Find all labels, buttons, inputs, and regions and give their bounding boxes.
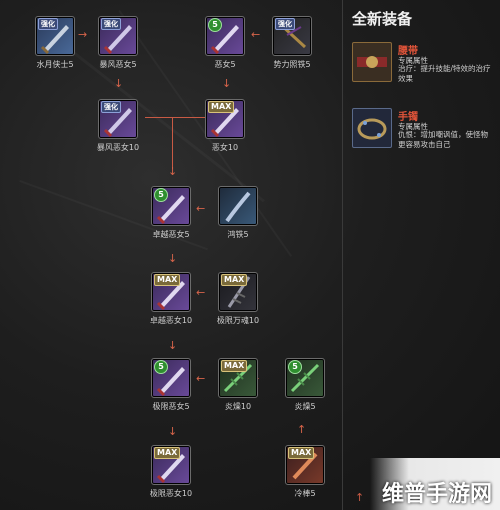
weapon-node[interactable]: MAX 极限恶女10 — [131, 445, 211, 499]
equipment-desc: 治疗：提升技能/特效的治疗效果 — [398, 64, 491, 83]
weapon-label: 极限万魂10 — [216, 316, 260, 325]
arrow-up: ↑ — [355, 491, 365, 504]
arrow-down: ↓ — [168, 425, 178, 438]
level-badge: 5 — [154, 188, 168, 202]
level-badge: 5 — [154, 360, 168, 374]
bracelet-icon — [352, 108, 392, 148]
connector-line — [172, 117, 173, 169]
weapon-icon: 5 — [205, 16, 245, 56]
weapon-icon — [218, 186, 258, 226]
level-badge: 5 — [208, 18, 222, 32]
weapon-icon: 强化 — [98, 99, 138, 139]
panel-divider — [342, 0, 343, 510]
weapon-icon: MAX — [218, 272, 258, 312]
max-badge: MAX — [221, 274, 248, 286]
upgrade-tag-icon: 强化 — [38, 18, 58, 30]
equipment-item-belt[interactable]: 腰带 专属属性 治疗：提升技能/特效的治疗效果 — [352, 42, 492, 92]
belt-icon — [352, 42, 392, 82]
max-badge: MAX — [221, 360, 248, 372]
arrow-down: ↓ — [168, 252, 178, 265]
weapon-node[interactable]: 5 炎燥5 — [265, 358, 345, 412]
max-badge: MAX — [288, 447, 315, 459]
arrow-down: ↓ — [222, 77, 232, 90]
max-badge: MAX — [154, 274, 181, 286]
weapon-icon: 5 — [151, 186, 191, 226]
arrow-up: ↑ — [297, 423, 307, 436]
weapon-icon: MAX — [151, 272, 191, 312]
weapon-node[interactable]: 强化 暴风恶女5 — [78, 16, 158, 70]
weapon-icon: MAX — [205, 99, 245, 139]
weapon-icon: MAX — [218, 358, 258, 398]
weapon-label: 冷棒5 — [294, 489, 316, 498]
watermark-logo: 维普手游网 — [381, 482, 492, 507]
weapon-icon: MAX — [151, 445, 191, 485]
weapon-icon: MAX — [285, 445, 325, 485]
weapon-node[interactable]: 强化 暴风恶女10 — [78, 99, 158, 153]
arrow-down: ↓ — [114, 77, 124, 90]
level-badge: 5 — [288, 360, 302, 374]
max-badge: MAX — [208, 101, 235, 113]
equipment-desc: 仇恨：增加嘲讽值，使怪物更容易攻击自己 — [398, 130, 488, 149]
weapon-label: 恶女10 — [211, 143, 239, 152]
weapon-icon: 5 — [285, 358, 325, 398]
weapon-label: 暴风恶女10 — [96, 143, 140, 152]
weapon-icon: 强化 — [35, 16, 75, 56]
weapon-label: 势力照铁5 — [273, 60, 311, 69]
upgrade-tag-icon: 强化 — [275, 18, 295, 30]
arrow-down: ↓ — [168, 339, 178, 352]
max-badge: MAX — [154, 447, 181, 459]
upgrade-tag-icon: 强化 — [101, 18, 121, 30]
new-equipment-title: 全新装备 — [352, 10, 413, 28]
weapon-node[interactable]: 强化 势力照铁5 — [252, 16, 332, 70]
equipment-item-bracelet[interactable]: 手镯 专属属性 仇恨：增加嘲讽值，使怪物更容易攻击自己 — [352, 108, 492, 158]
arrow-down: ↓ — [168, 165, 178, 178]
weapon-node[interactable]: MAX 极限万魂10 — [198, 272, 278, 326]
weapon-label: 极限恶女10 — [149, 489, 193, 498]
weapon-label: 炎燥5 — [294, 402, 316, 411]
weapon-node[interactable]: MAX 恶女10 — [185, 99, 265, 153]
weapon-label: 鸿铁5 — [227, 230, 249, 239]
weapon-node[interactable]: 鸿铁5 — [198, 186, 278, 240]
weapon-icon: 5 — [151, 358, 191, 398]
upgrade-tag-icon: 强化 — [101, 101, 121, 113]
weapon-node[interactable]: MAX 冷棒5 — [265, 445, 345, 499]
weapon-icon: 强化 — [98, 16, 138, 56]
weapon-icon: 强化 — [272, 16, 312, 56]
weapon-label: 暴风恶女5 — [99, 60, 137, 69]
